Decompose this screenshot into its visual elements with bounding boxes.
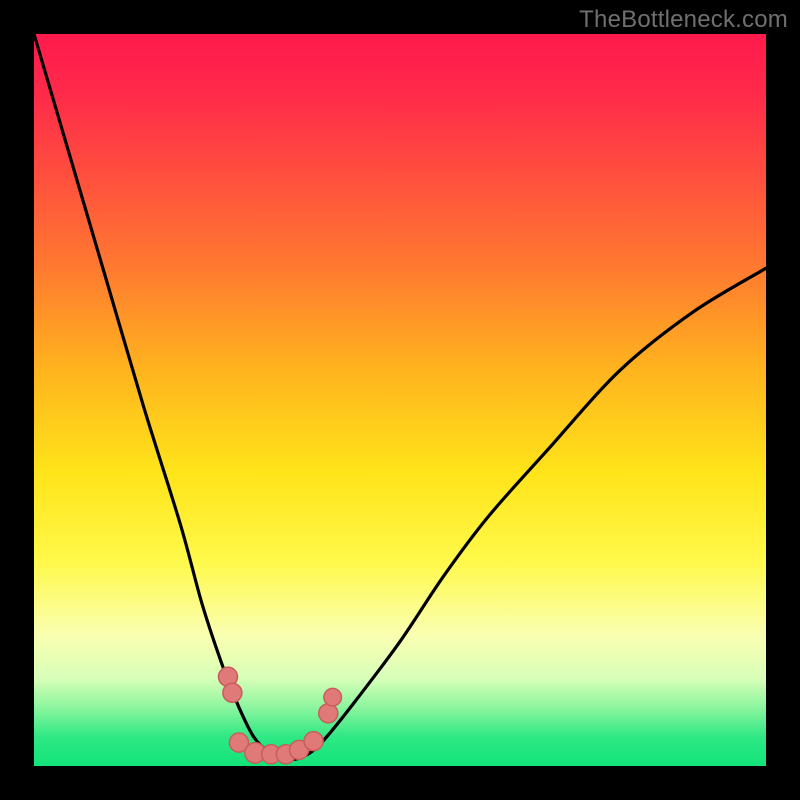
watermark-text: TheBottleneck.com	[579, 6, 788, 34]
data-marker	[223, 683, 242, 702]
data-marker	[324, 688, 342, 706]
plot-area	[34, 34, 766, 766]
chart-frame: TheBottleneck.com	[0, 0, 800, 800]
chart-overlay	[34, 34, 766, 766]
data-marker	[319, 704, 338, 723]
bottleneck-curve	[34, 34, 766, 760]
data-marker	[304, 732, 323, 751]
marker-layer	[218, 667, 341, 764]
